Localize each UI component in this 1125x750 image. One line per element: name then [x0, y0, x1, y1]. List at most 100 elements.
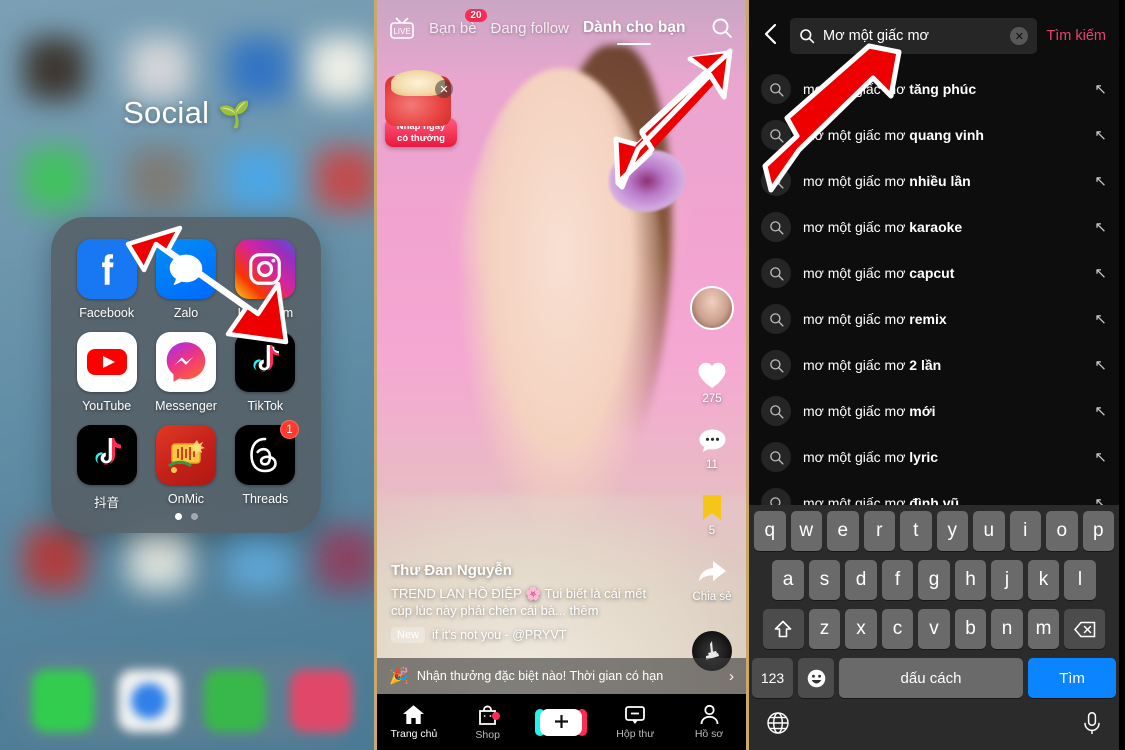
messages-app-icon[interactable]	[204, 670, 266, 732]
key-a[interactable]: a	[772, 560, 804, 600]
key-numbers[interactable]: 123	[752, 658, 793, 698]
key-go-search[interactable]: Tìm	[1028, 658, 1116, 698]
clear-circle-icon[interactable]: ✕	[1010, 27, 1029, 45]
search-input-value: Mơ một giấc mơ	[823, 28, 930, 44]
app-tiktok[interactable]: TikTok	[226, 332, 305, 413]
nav-item-create[interactable]	[525, 708, 599, 736]
music-app-icon[interactable]	[290, 670, 352, 732]
suggestion-row[interactable]: mơ một giấc mơ capcut ↖	[749, 250, 1119, 296]
key-r[interactable]: r	[863, 511, 895, 551]
key-q[interactable]: q	[754, 511, 786, 551]
app-onmic[interactable]: OnMic	[146, 425, 225, 511]
app-douyin[interactable]: 抖音	[67, 425, 146, 511]
key-n[interactable]: n	[991, 609, 1023, 649]
feed-tabs: Bạn bè 20 Đang follow Dành cho bạn	[429, 8, 696, 37]
key-o[interactable]: o	[1046, 511, 1078, 551]
page-dot-1[interactable]	[174, 513, 182, 520]
suggestion-row[interactable]: mơ một giấc mơ lyric ↖	[749, 434, 1119, 480]
app-youtube[interactable]: YouTube	[67, 332, 146, 413]
bookmark-button[interactable]: 5	[699, 493, 725, 537]
emoji-icon[interactable]	[798, 658, 834, 698]
tab-dang-follow[interactable]: Đang follow	[491, 20, 569, 37]
suggestion-row[interactable]: mơ một giấc mơ karaoke ↖	[749, 204, 1119, 250]
key-s[interactable]: s	[808, 560, 841, 600]
caption-username[interactable]: Thư Đan Nguyễn	[391, 562, 659, 579]
bg-app-icon	[24, 528, 86, 590]
key-e[interactable]: e	[827, 511, 859, 551]
app-label: Messenger	[155, 399, 217, 413]
phone-app-icon[interactable]	[32, 670, 94, 732]
fill-query-arrow-icon[interactable]: ↖	[1094, 80, 1107, 98]
key-g[interactable]: g	[918, 560, 950, 600]
key-j[interactable]: j	[991, 560, 1023, 600]
tab-danh-cho-ban[interactable]: Dành cho bạn	[583, 19, 685, 37]
suggestion-row[interactable]: mơ một giấc mơ 2 lần ↖	[749, 342, 1119, 388]
search-input[interactable]: Mơ một giấc mơ ✕	[790, 18, 1038, 54]
caption-music-row[interactable]: New if it's not you - @PRYVT	[391, 627, 659, 643]
key-x[interactable]: x	[845, 609, 877, 649]
fill-query-arrow-icon[interactable]: ↖	[1094, 402, 1107, 420]
live-icon[interactable]: LIVE	[389, 16, 415, 40]
key-v[interactable]: v	[918, 609, 950, 649]
key-c[interactable]: c	[881, 609, 914, 649]
share-arrow-icon	[699, 561, 726, 582]
search-icon[interactable]	[710, 16, 734, 40]
comment-button[interactable]: 11	[697, 427, 728, 471]
key-h[interactable]: h	[954, 560, 987, 600]
fill-query-arrow-icon[interactable]: ↖	[1094, 448, 1107, 466]
fill-query-arrow-icon[interactable]: ↖	[1094, 264, 1107, 282]
key-z[interactable]: z	[808, 609, 841, 649]
app-messenger[interactable]: Messenger	[146, 332, 225, 413]
globe-language-icon[interactable]	[766, 711, 790, 741]
fill-query-arrow-icon[interactable]: ↖	[1094, 356, 1107, 374]
nav-item-inbox[interactable]: Hộp thư	[598, 704, 672, 740]
key-b[interactable]: b	[954, 609, 987, 649]
fill-query-arrow-icon[interactable]: ↖	[1094, 310, 1107, 328]
reward-promo-banner[interactable]: 🎉 Nhận thưởng đặc biệt nào! Thời gian có…	[377, 658, 746, 694]
suggestion-row[interactable]: mơ một giấc mơ nhiều lần ↖	[749, 158, 1119, 204]
key-backspace[interactable]	[1064, 609, 1106, 649]
suggestion-row[interactable]: mơ một giấc mơ tăng phúc ↖	[749, 66, 1119, 112]
key-k[interactable]: k	[1027, 560, 1060, 600]
social-app-folder[interactable]: Facebook Zalo Instagram YouTube Messenge…	[51, 217, 321, 533]
key-p[interactable]: p	[1082, 511, 1114, 551]
key-shift[interactable]	[762, 609, 804, 649]
create-plus-icon[interactable]	[535, 708, 588, 736]
fill-query-arrow-icon[interactable]: ↖	[1094, 218, 1107, 236]
fill-query-arrow-icon[interactable]: ↖	[1094, 172, 1107, 190]
fill-query-arrow-icon[interactable]: ↖	[1094, 126, 1107, 144]
app-zalo[interactable]: Zalo	[146, 239, 225, 320]
key-d[interactable]: d	[845, 560, 877, 600]
suggestion-text: mơ một giấc mơ karaoke	[803, 219, 963, 235]
key-m[interactable]: m	[1027, 609, 1060, 649]
page-dot-2[interactable]	[190, 513, 198, 520]
key-i[interactable]: i	[1009, 511, 1041, 551]
key-l[interactable]: l	[1064, 560, 1096, 600]
tab-ban-be[interactable]: Bạn bè 20	[429, 8, 487, 37]
share-button[interactable]: Chia sẻ	[693, 559, 732, 603]
avatar[interactable]	[690, 286, 734, 330]
search-submit-link[interactable]: Tìm kiếm	[1046, 28, 1109, 44]
suggestion-row[interactable]: mơ một giấc mơ remix ↖	[749, 296, 1119, 342]
key-f[interactable]: f	[881, 560, 914, 600]
close-icon[interactable]: ✕	[435, 80, 453, 98]
app-facebook[interactable]: Facebook	[67, 239, 146, 320]
safari-app-icon[interactable]	[118, 670, 180, 732]
app-instagram[interactable]: Instagram	[226, 239, 305, 320]
suggestion-row[interactable]: mơ một giấc mơ mới ↖	[749, 388, 1119, 434]
nav-item-home[interactable]: Trang chủ	[377, 704, 451, 740]
gift-promo-widget[interactable]: ✕ Nhấp ngay có thưởng	[385, 70, 457, 148]
microphone-icon[interactable]	[1082, 711, 1102, 741]
nav-item-profile[interactable]: Hồ sơ	[672, 704, 746, 740]
new-tag: New	[391, 627, 426, 643]
suggestion-row[interactable]: mơ một giấc mơ quang vinh ↖	[749, 112, 1119, 158]
chevron-left-icon[interactable]	[759, 23, 781, 49]
nav-item-shop[interactable]: Shop	[451, 704, 525, 741]
key-w[interactable]: w	[790, 511, 822, 551]
like-button[interactable]: 275	[696, 360, 728, 405]
key-t[interactable]: t	[900, 511, 932, 551]
key-y[interactable]: y	[936, 511, 968, 551]
app-threads[interactable]: 1 Threads	[226, 420, 305, 511]
key-u[interactable]: u	[973, 511, 1005, 551]
key-space[interactable]: dấu cách	[839, 658, 1023, 698]
